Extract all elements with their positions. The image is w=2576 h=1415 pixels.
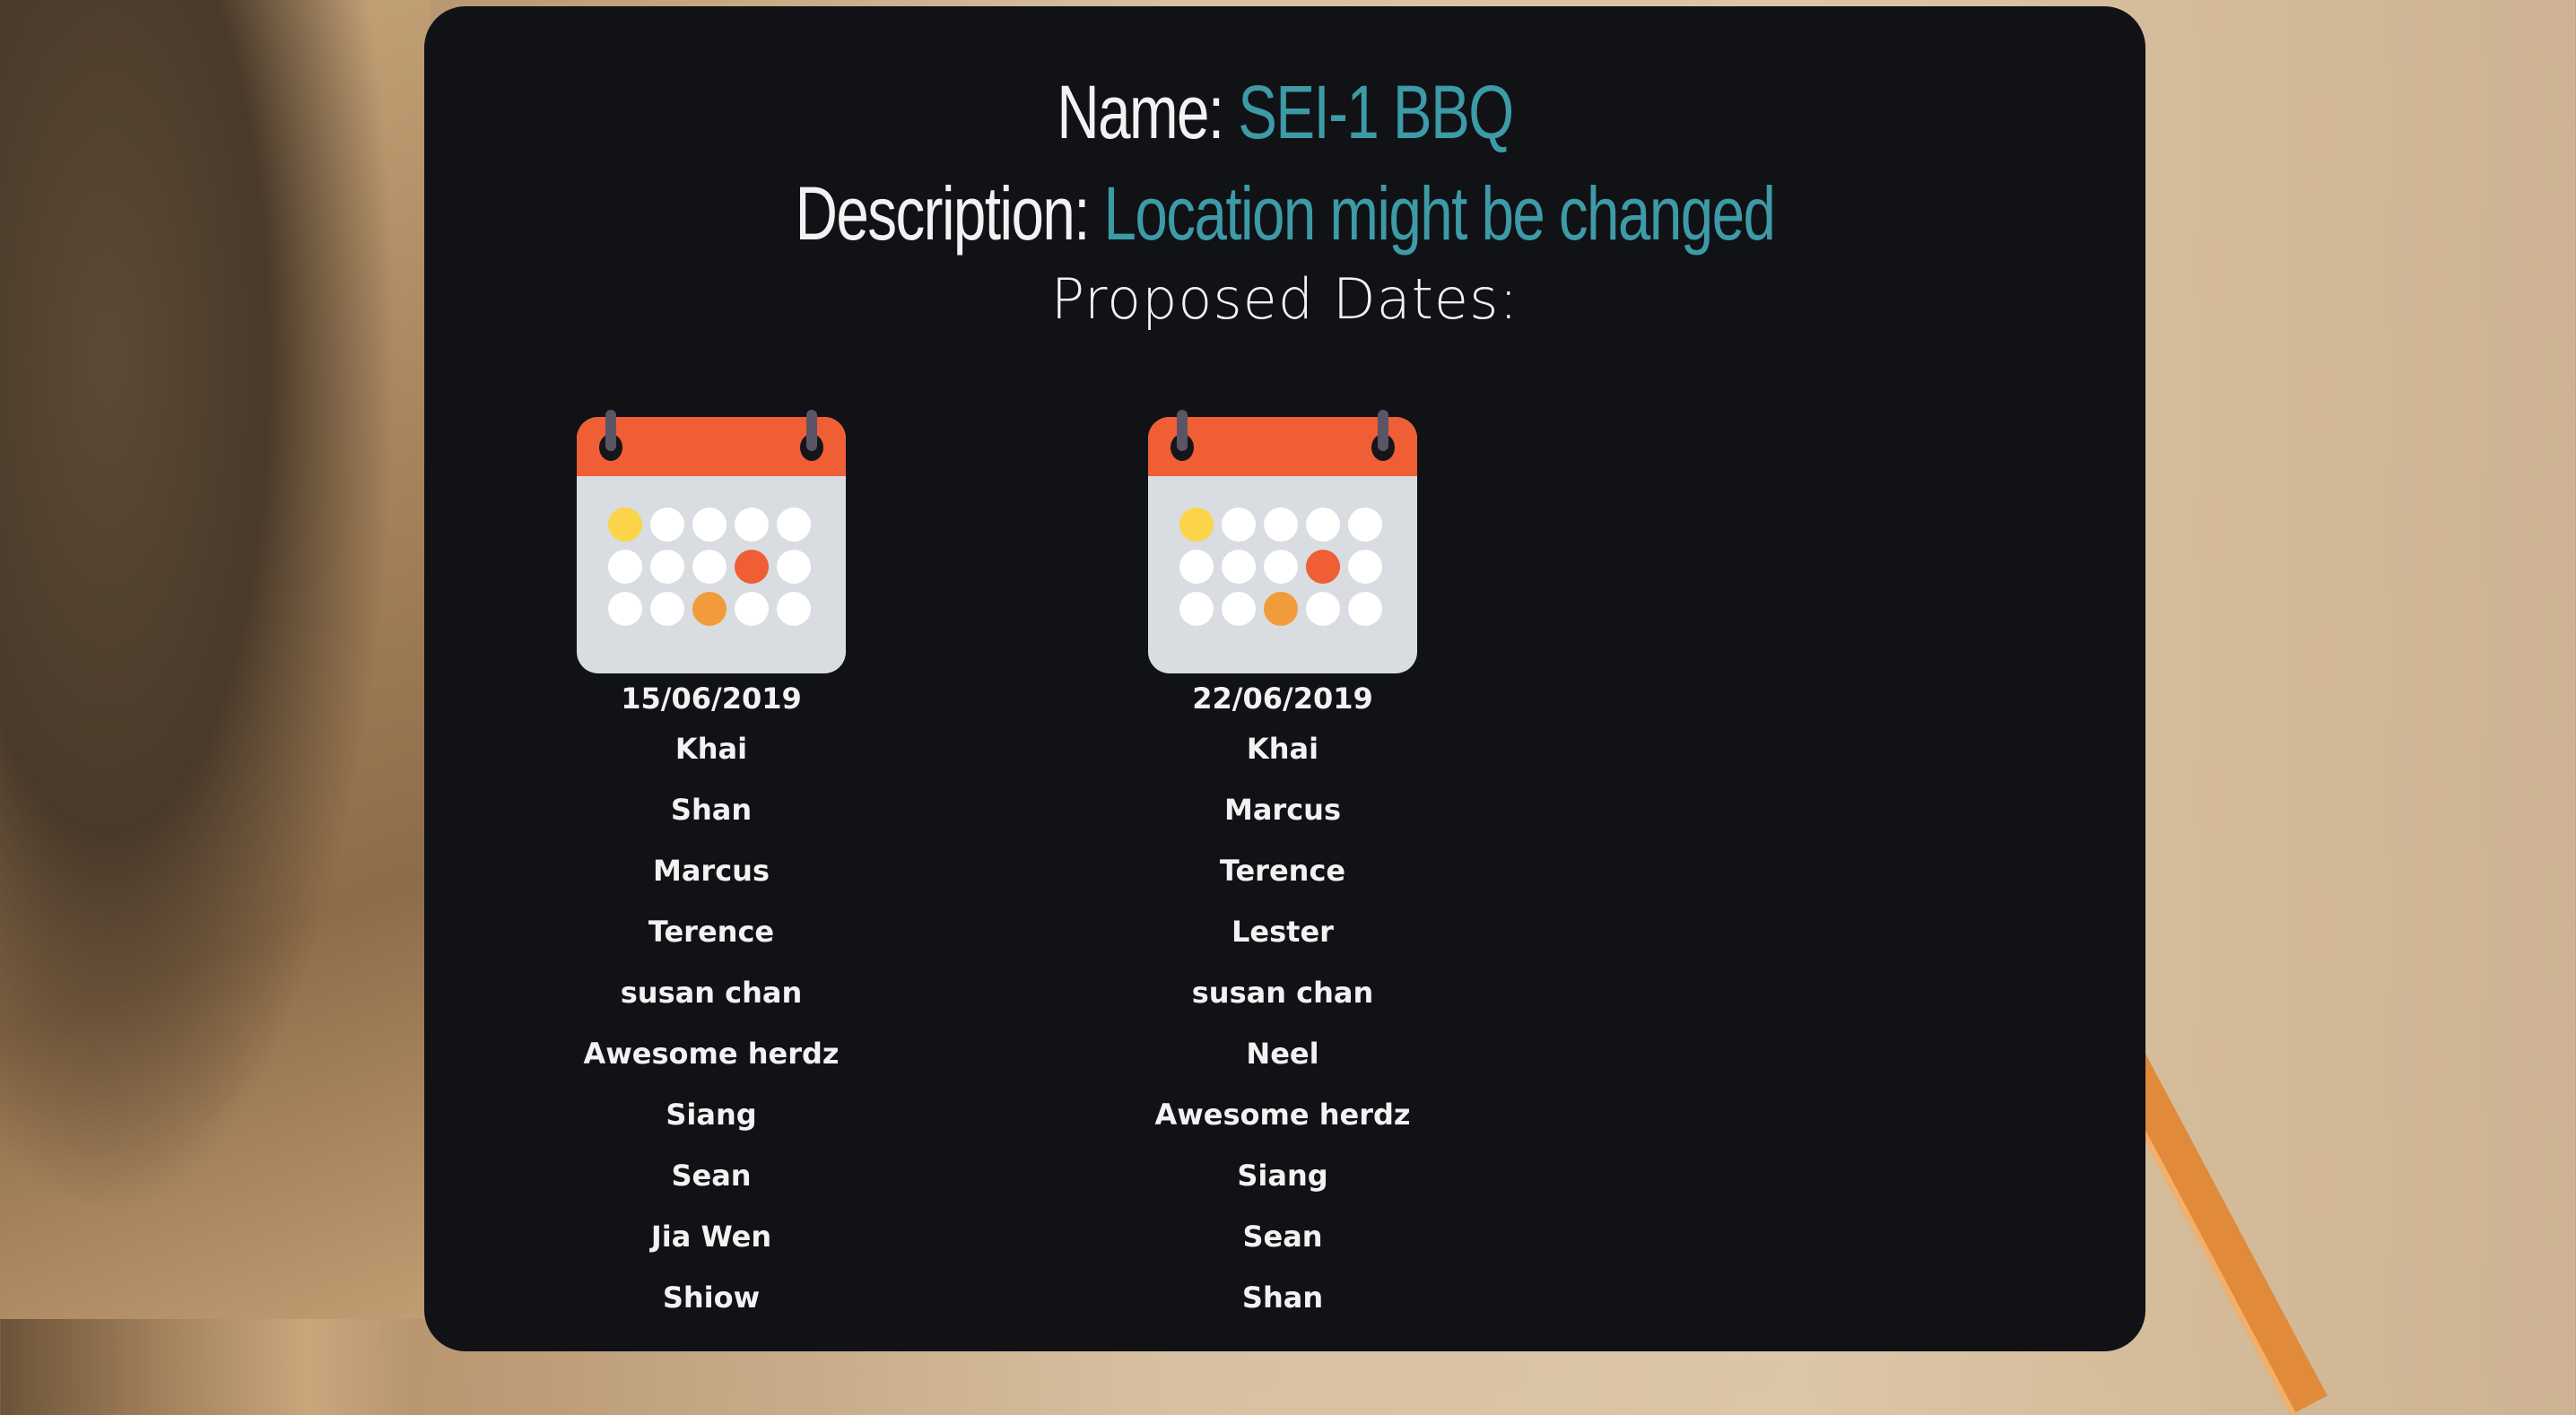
proposed-date-column: 22/06/2019 Khai Marcus Terence Lester susan c… (1058, 410, 1507, 1328)
attendee-name: Lester (1231, 915, 1334, 949)
attendee-name: Khai (674, 732, 748, 766)
proposed-date: 15/06/2019 (621, 681, 802, 716)
proposed-dates-heading: Proposed Dates: (1050, 266, 1519, 332)
attendee-name: susan chan (620, 976, 803, 1010)
attendee-name: Khai (1246, 732, 1319, 766)
name-value: SEI-1 BBQ (1238, 70, 1514, 154)
attendee-name: Marcus (1223, 793, 1341, 827)
calendar-icon (1148, 410, 1417, 673)
event-name-heading: Name: SEI-1 BBQ (424, 69, 2145, 156)
name-label: Name: (1057, 70, 1224, 154)
attendee-name: Jia Wen (650, 1220, 772, 1254)
attendee-name: Sean (1242, 1220, 1323, 1254)
attendee-name: Marcus (652, 854, 770, 888)
calendar-icon (577, 410, 846, 673)
attendee-name: Shan (670, 793, 753, 827)
attendee-name: Awesome herdz (583, 1037, 840, 1071)
event-description-heading: Description: Location might be changed (424, 170, 2145, 257)
event-panel: Name: SEI-1 BBQ Description: Location mi… (424, 6, 2145, 1351)
attendee-name: Terence (648, 915, 775, 949)
proposed-date-column: 15/06/2019 Khai Shan Marcus Terence susan cha… (487, 410, 936, 1328)
attendee-name: Siang (1237, 1159, 1328, 1193)
attendee-name: Siang (666, 1098, 757, 1132)
background-image (0, 0, 431, 1319)
attendee-name: Terence (1219, 854, 1346, 888)
attendee-name: Awesome herdz (1154, 1098, 1411, 1132)
description-label: Description: (795, 171, 1091, 256)
proposed-date: 22/06/2019 (1192, 681, 1373, 716)
description-value: Location might be changed (1103, 171, 1776, 256)
attendee-name: Sean (671, 1159, 752, 1193)
attendee-name: susan chan (1191, 976, 1374, 1010)
attendee-name: Neel (1246, 1037, 1319, 1071)
